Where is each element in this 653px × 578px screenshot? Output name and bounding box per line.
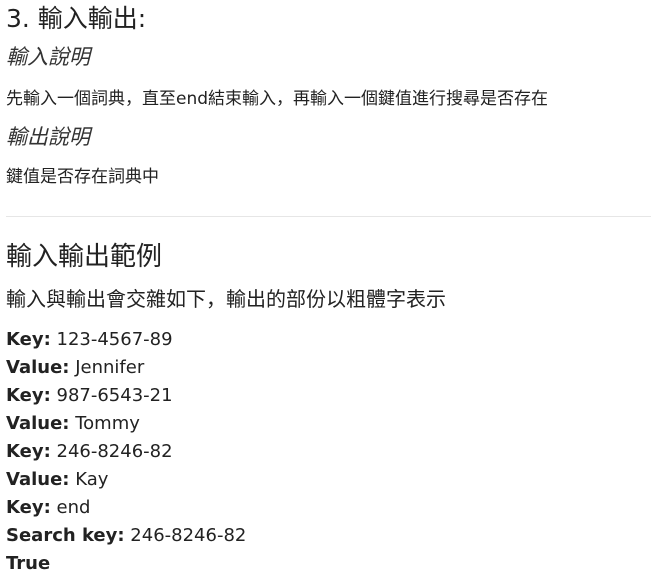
io-line-label: Value:: [6, 357, 70, 378]
io-line: Key: end: [6, 494, 246, 522]
io-line-label: Value:: [6, 469, 70, 490]
io-line-label: Search key:: [6, 525, 125, 546]
io-line-label: Key:: [6, 385, 51, 406]
input-description-heading: 輸入說明: [6, 45, 90, 69]
io-line-value: 246-8246-82: [124, 525, 247, 546]
io-line: True: [6, 550, 246, 578]
io-line: Key: 123-4567-89: [6, 326, 246, 354]
input-description-text: 先輸入一個詞典，直至end結束輸入，再輸入一個鍵值進行搜尋是否存在: [6, 89, 549, 109]
io-line: Key: 987-6543-21: [6, 382, 246, 410]
io-line-label: Key:: [6, 441, 51, 462]
io-line-value: Tommy: [69, 413, 140, 434]
section-title: 3. 輸入輸出:: [6, 4, 147, 33]
io-line: Key: 246-8246-82: [6, 438, 246, 466]
io-line-value: Jennifer: [69, 357, 145, 378]
io-line: Search key: 246-8246-82: [6, 522, 246, 550]
output-description-heading: 輸出說明: [6, 125, 90, 149]
io-line-value: 123-4567-89: [50, 329, 173, 350]
section-divider: [6, 216, 651, 217]
io-line: Value: Kay: [6, 466, 246, 494]
io-line-label: Value:: [6, 413, 70, 434]
output-description-text: 鍵值是否存在詞典中: [6, 167, 159, 187]
io-line-value: 987-6543-21: [50, 385, 173, 406]
io-line-label: True: [6, 553, 51, 574]
io-line-label: Key:: [6, 497, 51, 518]
io-line-value: end: [50, 497, 91, 518]
io-line-value: Kay: [69, 469, 109, 490]
example-description: 輸入與輸出會交雜如下，輸出的部份以粗體字表示: [6, 287, 446, 311]
io-example-lines: Key: 123-4567-89 Value: Jennifer Key: 98…: [6, 326, 246, 578]
io-line: Value: Jennifer: [6, 354, 246, 382]
io-line-label: Key:: [6, 329, 51, 350]
io-line-value: 246-8246-82: [50, 441, 173, 462]
io-line: Value: Tommy: [6, 410, 246, 438]
example-title: 輸入輸出範例: [6, 242, 163, 272]
